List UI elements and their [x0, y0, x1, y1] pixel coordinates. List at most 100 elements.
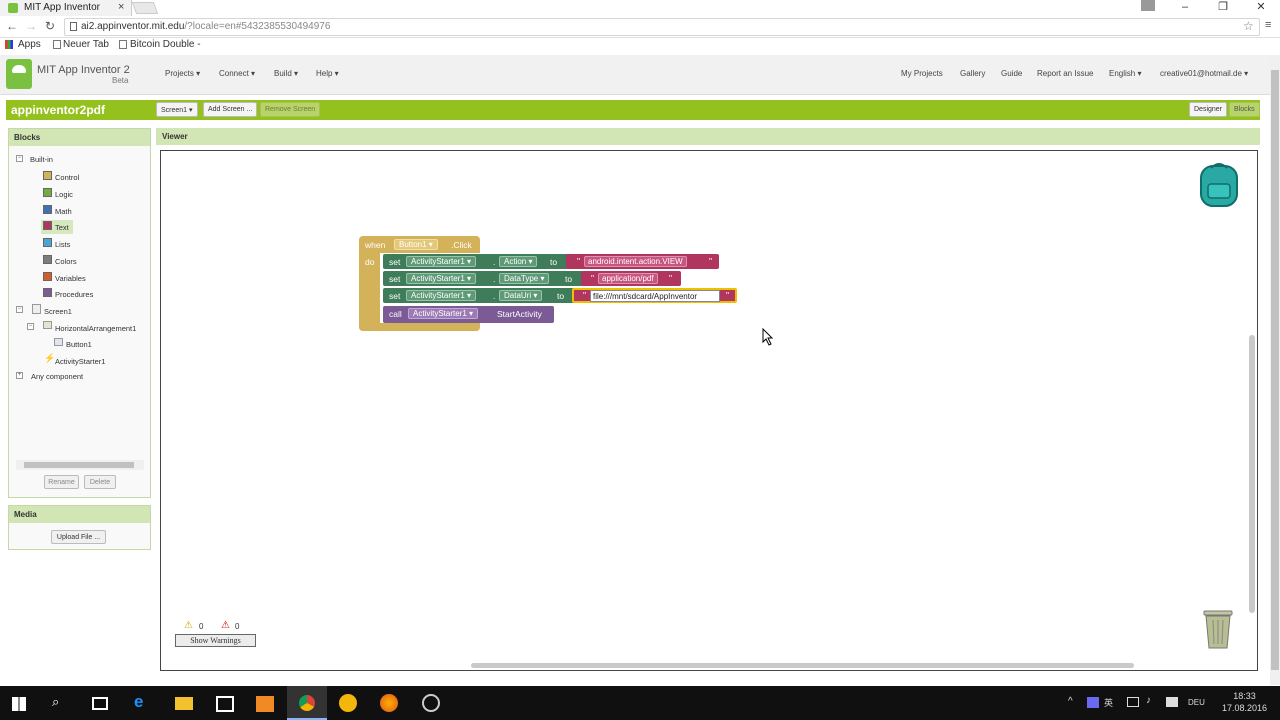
menu-build[interactable]: Build ▾ — [274, 69, 298, 78]
edge-icon[interactable]: e — [134, 692, 143, 712]
event-component-dropdown[interactable]: Button1 ▾ — [394, 239, 438, 250]
new-tab-button[interactable] — [131, 2, 159, 14]
set-label: set — [389, 257, 401, 267]
tree-math[interactable]: Math — [55, 207, 72, 216]
screen-select[interactable]: Screen1 ▾ — [156, 102, 198, 117]
back-icon[interactable]: ← — [6, 19, 18, 33]
rename-button[interactable]: Rename — [44, 475, 79, 489]
tree-logic[interactable]: Logic — [55, 190, 73, 199]
forward-icon[interactable]: → — [25, 19, 37, 33]
profile-icon[interactable] — [1141, 0, 1155, 11]
property-dropdown[interactable]: DataUri ▾ — [499, 290, 543, 301]
arrangement-icon — [43, 321, 52, 329]
workspace-hscrollbar[interactable] — [471, 663, 1134, 668]
tree-text[interactable]: Text — [55, 223, 69, 232]
tree-horizontal-arrangement[interactable]: HorizontalArrangement1 — [55, 324, 136, 333]
string-value[interactable]: android.intent.action.VIEW — [584, 256, 687, 267]
designer-button[interactable]: Designer — [1189, 102, 1228, 117]
warnings-count: 0 — [199, 622, 204, 631]
tray-app-icon[interactable] — [1087, 697, 1099, 708]
collapse-icon[interactable]: − — [27, 323, 34, 330]
menu-connect[interactable]: Connect ▾ — [219, 69, 255, 78]
screen-icon — [32, 304, 41, 314]
link-report-issue[interactable]: Report an Issue — [1037, 69, 1093, 78]
firefox-icon[interactable] — [380, 694, 398, 712]
property-dropdown[interactable]: DataType ▾ — [499, 273, 550, 284]
menu-help[interactable]: Help ▾ — [316, 69, 339, 78]
page-info-icon[interactable] — [70, 22, 77, 31]
windows-start-icon[interactable] — [12, 697, 26, 711]
page-scroll-thumb[interactable] — [1271, 70, 1279, 670]
remove-screen-button[interactable]: Remove Screen — [260, 102, 321, 117]
bookmark-star-icon[interactable]: ☆ — [1243, 19, 1254, 33]
property-dropdown[interactable]: Action ▾ — [499, 256, 538, 267]
tree-button1[interactable]: Button1 — [66, 340, 92, 349]
call-component-dropdown[interactable]: ActivityStarter1 ▾ — [408, 308, 479, 319]
show-warnings-button[interactable]: Show Warnings — [175, 634, 256, 647]
collapse-icon[interactable]: − — [16, 306, 23, 313]
workspace-vscrollbar[interactable] — [1249, 335, 1255, 613]
tray-ime-icon[interactable]: 英 — [1104, 696, 1113, 709]
tree-activity-starter[interactable]: ActivityStarter1 — [55, 357, 105, 366]
app-inventor-logo-icon[interactable] — [6, 59, 32, 89]
expand-icon[interactable]: + — [16, 372, 23, 379]
panel-hscroll-thumb[interactable] — [24, 462, 134, 468]
browser-menu-icon[interactable]: ≡ — [1265, 19, 1271, 31]
component-dropdown[interactable]: ActivityStarter1 ▾ — [406, 290, 477, 301]
bookmark-bitcoin-double[interactable]: Bitcoin Double - — [130, 39, 201, 50]
errors-count: 0 — [235, 622, 240, 631]
collapse-icon[interactable]: − — [16, 155, 23, 162]
task-view-icon[interactable] — [92, 697, 108, 710]
input-language[interactable]: DEU — [1188, 698, 1205, 707]
tree-screen1[interactable]: Screen1 — [44, 307, 72, 316]
tree-procedures[interactable]: Procedures — [55, 290, 93, 299]
component-dropdown[interactable]: ActivityStarter1 ▾ — [406, 256, 477, 267]
browser-tab[interactable]: MIT App Inventor — [0, 0, 132, 16]
component-dropdown[interactable]: ActivityStarter1 ▾ — [406, 273, 477, 284]
set-label: set — [389, 291, 401, 301]
menu-language[interactable]: English ▾ — [1109, 69, 1141, 78]
bookmark-apps[interactable]: Apps — [18, 39, 41, 50]
link-guide[interactable]: Guide — [1001, 69, 1022, 78]
bitcoin-app-icon[interactable] — [339, 694, 357, 712]
restore-button[interactable]: ❐ — [1204, 0, 1242, 16]
window-controls: – ❐ ✕ — [1166, 0, 1280, 16]
link-gallery[interactable]: Gallery — [960, 69, 985, 78]
store-icon[interactable] — [216, 696, 234, 712]
notification-icon[interactable] — [1166, 697, 1178, 707]
bookmark-neuer-tab[interactable]: Neuer Tab — [63, 39, 109, 50]
volume-icon[interactable]: ♪ — [1146, 695, 1151, 706]
tray-chevron-icon[interactable]: ^ — [1068, 696, 1073, 707]
media-app-icon[interactable] — [256, 696, 274, 712]
blocks-workspace[interactable] — [160, 150, 1258, 671]
tree-variables[interactable]: Variables — [55, 274, 86, 283]
url-input[interactable]: ai2.appinventor.mit.edu/?locale=en#54323… — [64, 18, 1260, 36]
tree-builtin[interactable]: Built-in — [30, 155, 53, 164]
tree-any-component[interactable]: Any component — [31, 372, 83, 381]
upload-file-button[interactable]: Upload File ... — [51, 530, 106, 544]
delete-button[interactable]: Delete — [84, 475, 116, 489]
file-explorer-icon[interactable] — [175, 697, 193, 710]
reload-icon[interactable]: ↻ — [45, 19, 55, 33]
chrome-icon[interactable] — [299, 695, 315, 711]
string-edit-input[interactable]: file:///mnt/sdcard/AppInventor — [590, 290, 720, 302]
menu-projects[interactable]: Projects ▾ — [165, 69, 200, 78]
close-window-button[interactable]: ✕ — [1242, 0, 1280, 16]
minimize-button[interactable]: – — [1166, 0, 1204, 16]
add-screen-button[interactable]: Add Screen ... — [203, 102, 258, 117]
variables-swatch-icon — [43, 272, 52, 281]
link-my-projects[interactable]: My Projects — [901, 69, 943, 78]
tree-control[interactable]: Control — [55, 173, 79, 182]
blocks-button[interactable]: Blocks — [1229, 102, 1260, 117]
string-value[interactable]: application/pdf — [598, 273, 658, 284]
menu-account[interactable]: creative01@hotmail.de ▾ — [1160, 69, 1248, 78]
tree-colors[interactable]: Colors — [55, 257, 77, 266]
app-icon[interactable] — [422, 694, 440, 712]
backpack-icon[interactable] — [1196, 160, 1242, 208]
tree-lists[interactable]: Lists — [55, 240, 70, 249]
tab-close-icon[interactable]: × — [118, 1, 124, 13]
search-icon[interactable]: ⌕ — [52, 694, 59, 710]
network-icon[interactable] — [1127, 697, 1139, 707]
clock[interactable]: 18:33 17.08.2016 — [1222, 690, 1267, 714]
trash-can-icon[interactable] — [1200, 606, 1236, 650]
